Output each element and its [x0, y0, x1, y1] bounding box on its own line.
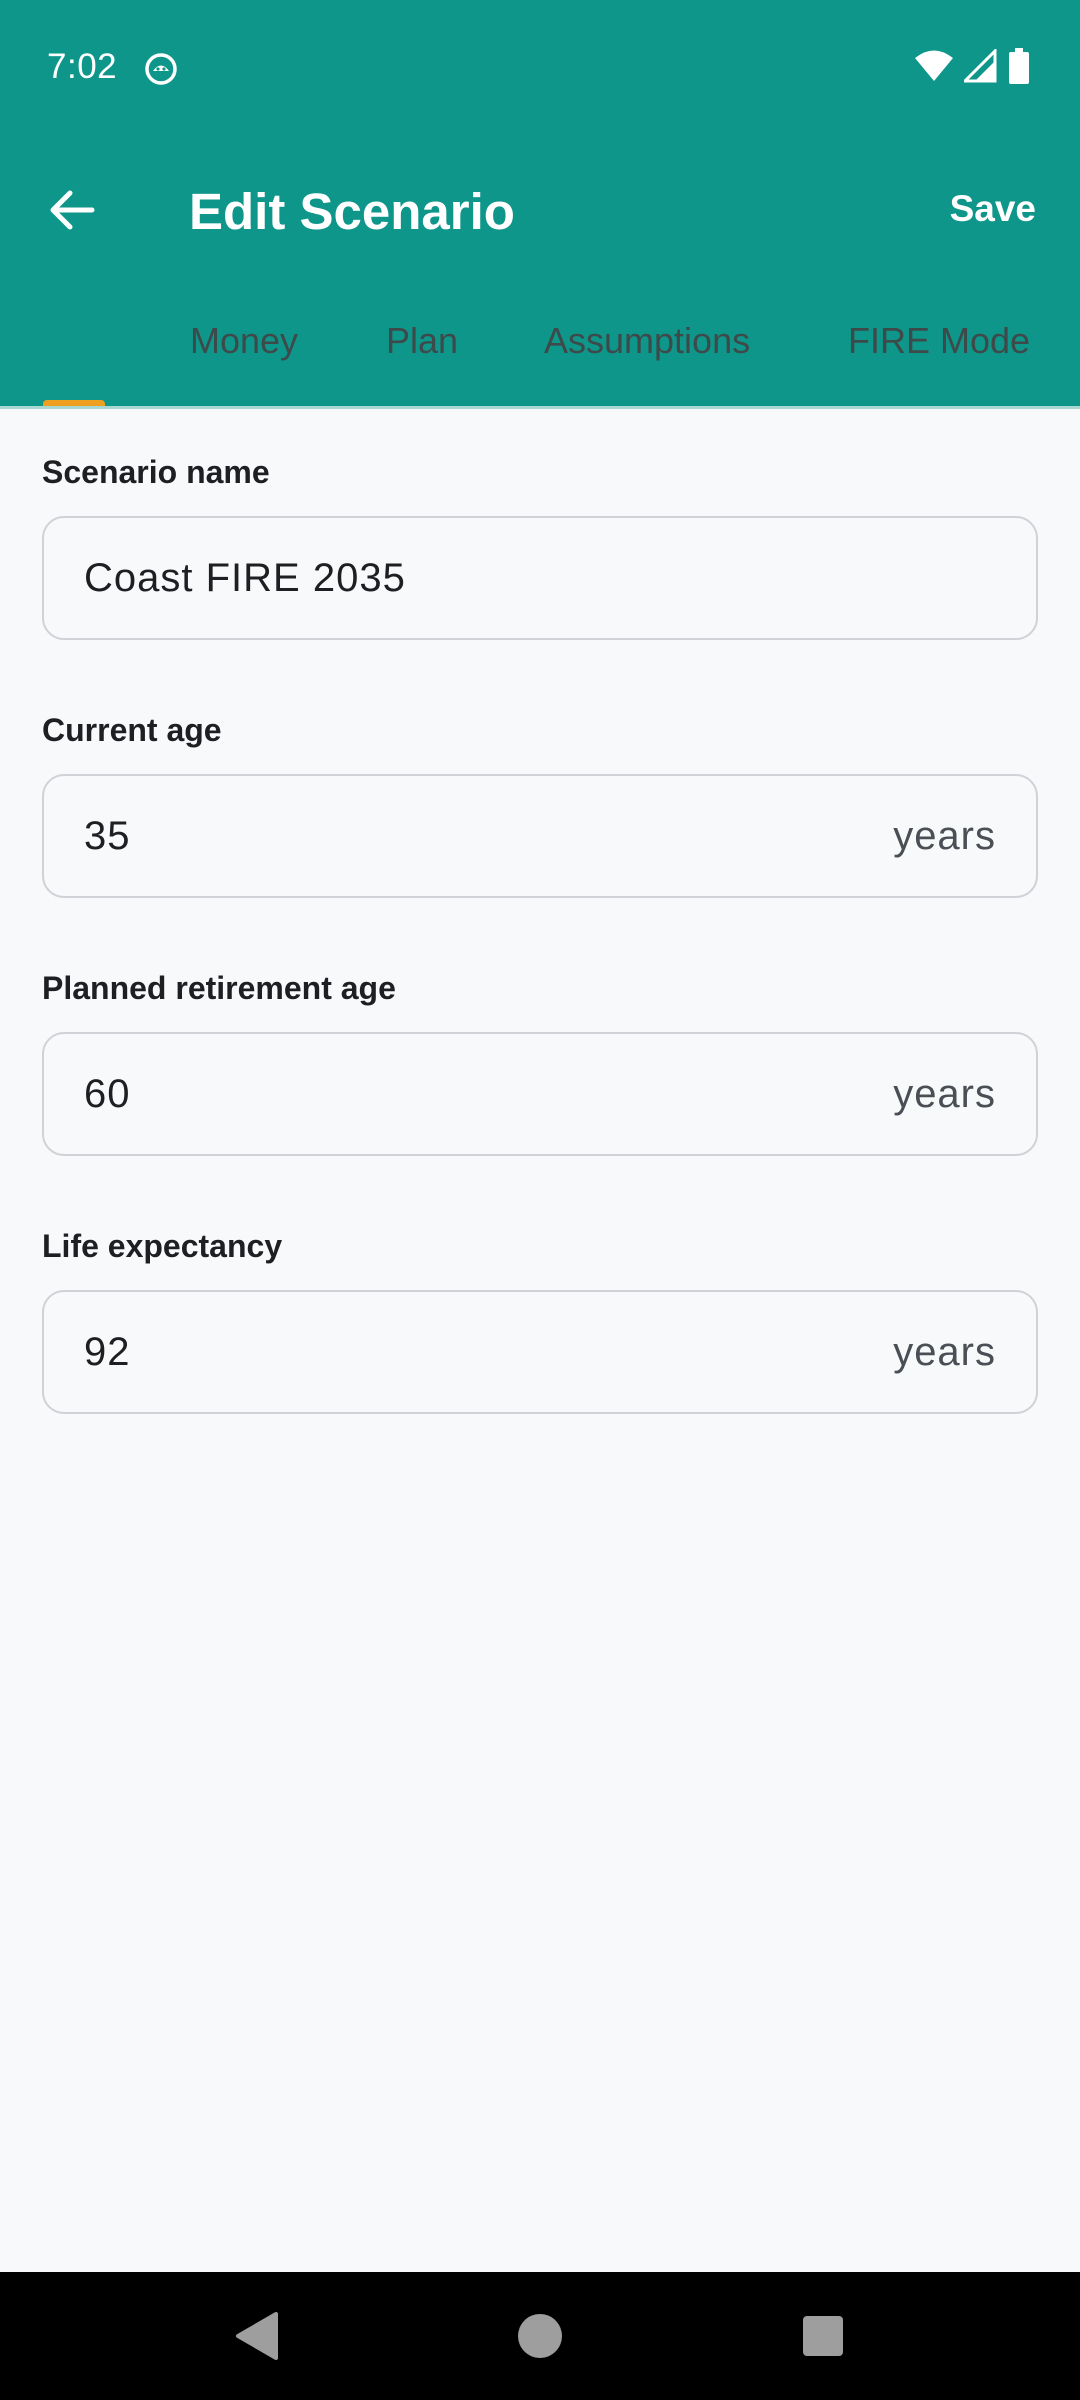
tab-fire-mode[interactable]: FIRE Mode: [848, 320, 1030, 362]
arrow-left-icon: [48, 188, 96, 237]
retirement-age-box[interactable]: years: [42, 1032, 1038, 1156]
header-divider: [0, 406, 1080, 409]
nav-back-icon[interactable]: [228, 2306, 288, 2366]
signal-icon: [964, 49, 998, 83]
current-age-box[interactable]: years: [42, 774, 1038, 898]
app-header: 7:02 Edit Scenario Save Money Plan Assum…: [0, 0, 1080, 408]
screen: 7:02 Edit Scenario Save Money Plan Assum…: [0, 0, 1080, 2400]
status-bar: 7:02: [0, 0, 1080, 138]
save-button[interactable]: Save: [950, 188, 1036, 230]
status-icons: [914, 48, 1030, 84]
retirement-age-input[interactable]: [84, 1071, 894, 1117]
page-title: Edit Scenario: [189, 183, 515, 240]
current-age-field: Current age years: [42, 698, 1038, 898]
tab-money[interactable]: Money: [190, 320, 298, 362]
retirement-age-suffix: years: [893, 1071, 996, 1116]
scenario-form: Scenario name Current age years Planned …: [42, 440, 1038, 1472]
nav-recents-icon[interactable]: [793, 2306, 853, 2366]
scenario-name-box[interactable]: [42, 516, 1038, 640]
current-age-suffix: years: [893, 813, 996, 858]
tab-plan[interactable]: Plan: [386, 320, 458, 362]
battery-icon: [1008, 48, 1030, 84]
current-age-label: Current age: [42, 712, 222, 748]
life-expectancy-field: Life expectancy years: [42, 1214, 1038, 1414]
tab-general[interactable]: [43, 320, 105, 380]
app-bar: Edit Scenario Save: [0, 138, 1080, 282]
tab-assumptions[interactable]: Assumptions: [544, 320, 750, 362]
life-expectancy-box[interactable]: years: [42, 1290, 1038, 1414]
scenario-name-input[interactable]: [84, 555, 996, 601]
retirement-age-field: Planned retirement age years: [42, 956, 1038, 1156]
system-nav-bar: [0, 2272, 1080, 2400]
nav-home-icon[interactable]: [510, 2306, 570, 2366]
notification-app-icon: [144, 52, 178, 86]
life-expectancy-label: Life expectancy: [42, 1228, 283, 1264]
tab-bar: Money Plan Assumptions FIRE Mode: [0, 290, 1080, 408]
back-button[interactable]: [30, 170, 114, 254]
life-expectancy-input[interactable]: [84, 1329, 894, 1375]
wifi-icon: [914, 49, 954, 83]
retirement-age-label: Planned retirement age: [42, 970, 396, 1006]
current-age-input[interactable]: [84, 813, 894, 859]
scenario-name-field: Scenario name: [42, 440, 1038, 640]
status-time: 7:02: [47, 47, 118, 86]
scenario-name-label: Scenario name: [42, 454, 270, 490]
life-expectancy-suffix: years: [893, 1329, 996, 1374]
